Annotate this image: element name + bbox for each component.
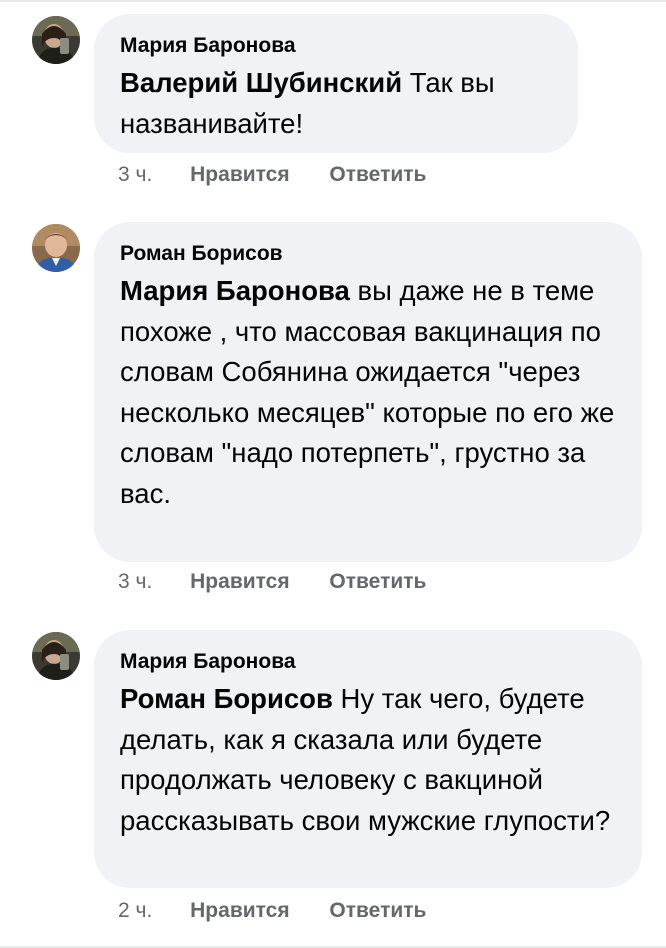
avatar-maria-photo-icon [32, 632, 80, 680]
comment-bubble: Мария Баронова Роман Борисов Ну так чего… [94, 630, 642, 888]
like-button[interactable]: Нравится [190, 163, 289, 186]
comment-actions: 3 ч. Нравится Ответить [118, 162, 460, 188]
comment-text: Роман Борисов Ну так чего, будете делать… [120, 679, 616, 841]
avatar-maria-photo-icon [32, 16, 80, 64]
comment-body: вы даже не в теме похоже , что массовая … [120, 275, 615, 509]
reply-button[interactable]: Ответить [329, 899, 426, 922]
like-button[interactable]: Нравится [190, 570, 289, 593]
comment-author[interactable]: Роман Борисов [120, 241, 616, 267]
like-button[interactable]: Нравится [190, 899, 289, 922]
comment-timestamp[interactable]: 3 ч. [118, 163, 152, 186]
comment-text: Мария Баронова вы даже не в теме похоже … [120, 271, 616, 514]
top-divider [0, 0, 666, 2]
comment-text: Валерий Шубинский Так вы названивайте! [120, 63, 552, 144]
reply-button[interactable]: Ответить [329, 570, 426, 593]
comment-actions: 3 ч. Нравится Ответить [118, 569, 460, 595]
comment-author[interactable]: Мария Баронова [120, 33, 552, 59]
mention-link[interactable]: Мария Баронова [120, 275, 350, 306]
comment-bubble: Роман Борисов Мария Баронова вы даже не … [94, 222, 642, 562]
mention-link[interactable]: Валерий Шубинский [120, 67, 402, 98]
comment-timestamp[interactable]: 3 ч. [118, 570, 152, 593]
comment-timestamp[interactable]: 2 ч. [118, 899, 152, 922]
reply-button[interactable]: Ответить [329, 163, 426, 186]
avatar[interactable] [32, 632, 80, 680]
comment-bubble: Мария Баронова Валерий Шубинский Так вы … [94, 14, 578, 153]
comment-actions: 2 ч. Нравится Ответить [118, 898, 460, 924]
avatar[interactable] [32, 16, 80, 64]
avatar[interactable] [32, 224, 80, 272]
mention-link[interactable]: Роман Борисов [120, 683, 333, 714]
comment-author[interactable]: Мария Баронова [120, 649, 616, 675]
avatar-roman-photo-icon [32, 224, 80, 272]
